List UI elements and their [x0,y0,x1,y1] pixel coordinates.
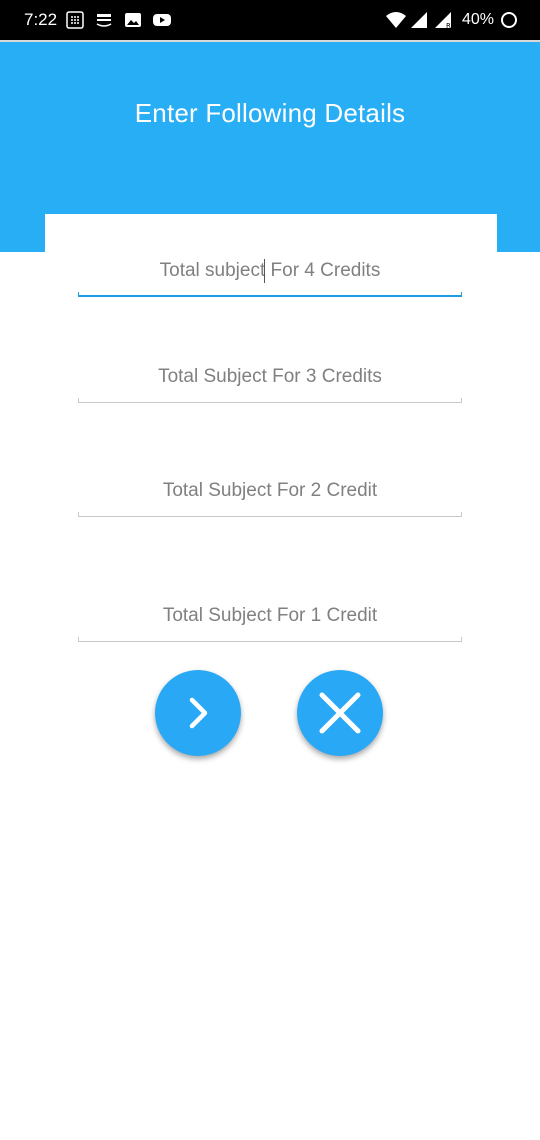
credits-4-input[interactable] [78,256,462,286]
credits-1-input[interactable] [78,601,462,631]
credits-2-field[interactable] [78,476,462,517]
next-button[interactable] [155,670,241,756]
text-cursor [264,259,265,283]
cancel-button[interactable] [297,670,383,756]
credits-2-underline [78,512,462,517]
status-bar: 7:22 R 40% [0,0,540,40]
credits-4-field[interactable] [78,256,462,297]
battery-ring-icon [500,11,518,29]
page-title: Enter Following Details [134,98,406,128]
svg-text:R: R [446,22,451,29]
chevron-right-icon [178,693,218,733]
credits-2-input[interactable] [78,476,462,506]
credits-3-underline [78,398,462,403]
amazon-icon [95,11,113,29]
credits-3-field[interactable] [78,362,462,403]
credits-3-input[interactable] [78,362,462,392]
status-time: 7:22 [24,10,58,29]
close-icon [314,687,366,739]
credits-1-field[interactable] [78,601,462,642]
signal-icon [410,11,428,29]
keypad-icon [66,11,84,29]
battery-percentage: 40% [462,11,495,28]
credits-4-underline [78,292,462,297]
image-icon [124,11,142,29]
youtube-icon [152,11,172,29]
wifi-icon [385,11,407,29]
credits-1-underline [78,637,462,642]
signal-roaming-icon: R [434,11,452,29]
